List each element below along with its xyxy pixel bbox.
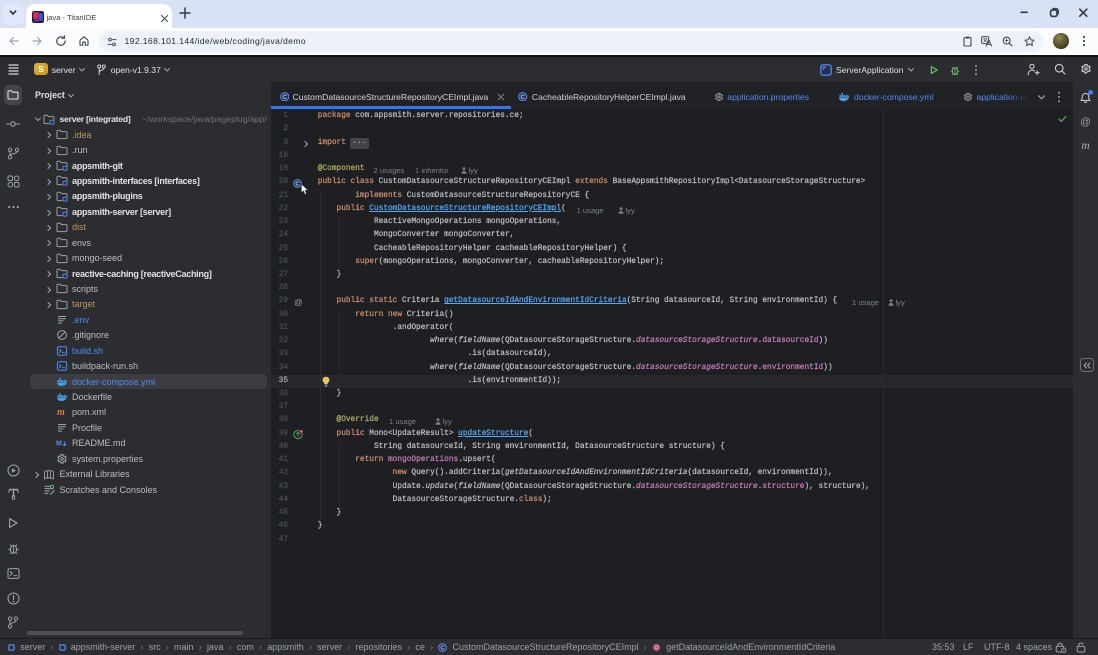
svg-text:M: M	[56, 441, 62, 448]
svg-text:m: m	[57, 407, 65, 418]
